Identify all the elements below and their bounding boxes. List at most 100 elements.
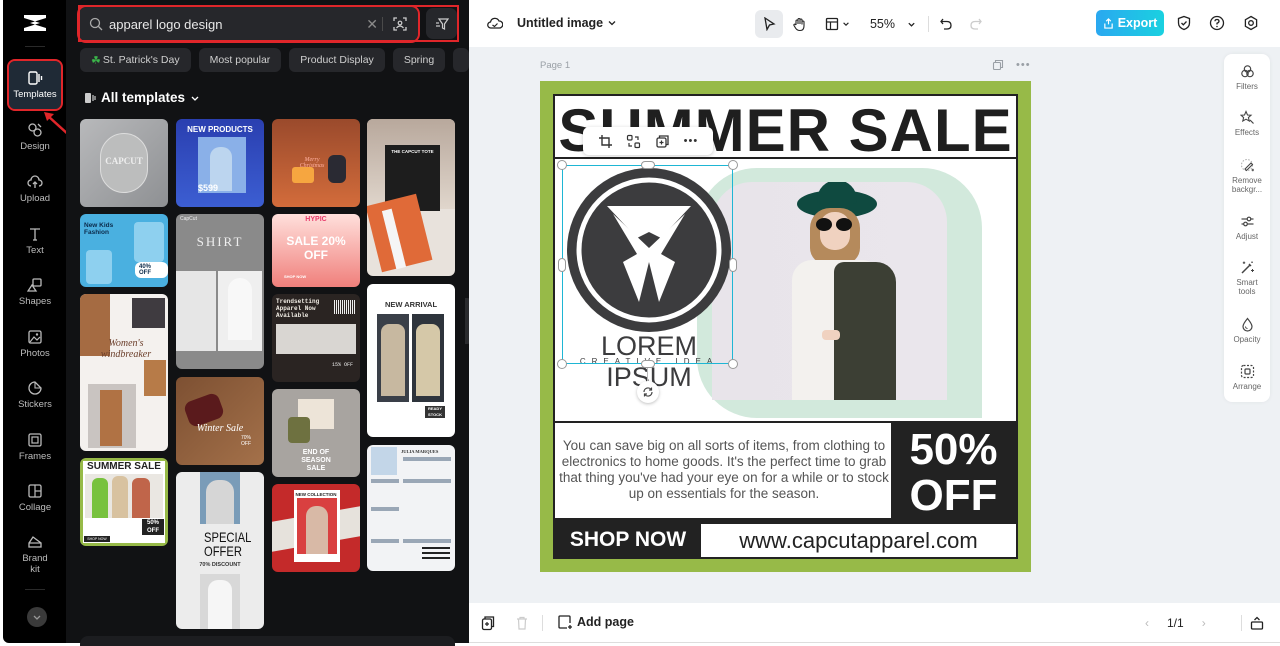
website-url[interactable]: www.capcutapparel.com [701, 520, 1016, 559]
template-card[interactable]: Winter Sale 70% OFF [176, 377, 264, 465]
body-copy-text[interactable]: You can save big on all sorts of items, … [557, 426, 891, 518]
template-card[interactable]: THE CAPCUT TOTE [367, 119, 455, 276]
tool-filters[interactable]: Filters [1224, 64, 1270, 91]
template-card[interactable]: New Kids Fashion 40% OFF [80, 214, 168, 287]
tool-opacity[interactable]: Opacity [1224, 317, 1270, 344]
replace-icon[interactable] [626, 134, 641, 149]
next-page-icon[interactable]: › [1202, 616, 1206, 630]
sidebar-item-text[interactable]: Text [9, 217, 61, 265]
search-input[interactable] [109, 16, 359, 32]
template-card[interactable]: CAPCUT [80, 119, 168, 207]
resize-handle-right[interactable] [729, 258, 737, 272]
template-card[interactable]: JULIA MARQUES [367, 445, 455, 571]
panel-footer [80, 636, 455, 646]
duplicate-icon[interactable] [655, 134, 670, 149]
select-tool-button[interactable] [755, 10, 783, 38]
template-card[interactable]: END OF SEASON SALE [272, 389, 360, 477]
discount-badge[interactable]: 50% OFF [891, 423, 1016, 520]
cloud-sync-icon[interactable] [487, 16, 503, 30]
chip-product-display[interactable]: Product Display [289, 48, 385, 72]
shop-now-cta[interactable]: SHOP NOW [555, 520, 701, 559]
capcut-editor: Templates Design Upload Text Shapes Phot… [0, 0, 1280, 646]
template-badge: 70% OFF [240, 435, 251, 447]
chip-spring[interactable]: Spring [392, 48, 446, 72]
sidebar-item-label: Collage [18, 502, 52, 513]
sidebar-item-templates[interactable]: Templates [7, 59, 63, 111]
filter-button[interactable] [426, 8, 457, 39]
resize-handle-tl[interactable] [557, 160, 567, 170]
cursor-icon [764, 17, 776, 31]
resize-handle-bl[interactable] [557, 359, 567, 369]
sidebar-item-design[interactable]: Design [9, 113, 61, 161]
template-title: SHIRT [196, 234, 244, 249]
sidebar-item-photos[interactable]: Photos [9, 320, 61, 368]
shield-check-icon[interactable] [1176, 15, 1192, 31]
resize-handle-left[interactable] [558, 258, 566, 272]
sidebar-item-frames[interactable]: Frames [9, 423, 61, 471]
sidebar-item-collage[interactable]: Collage [9, 474, 61, 522]
crop-icon[interactable] [598, 134, 613, 149]
add-page-icon [558, 615, 572, 629]
layout-menu-button[interactable] [819, 10, 855, 38]
chevron-down-icon[interactable] [607, 18, 617, 28]
sidebar-item-brand-kit[interactable]: Brand kit [9, 530, 61, 578]
resize-handle-br[interactable] [728, 359, 738, 369]
redo-button[interactable] [965, 10, 987, 38]
clover-icon: ☘ [91, 54, 101, 67]
duplicate-page-icon[interactable] [992, 59, 1004, 71]
hand-tool-button[interactable] [787, 10, 811, 38]
chip-st-patricks-day[interactable]: ☘ St. Patrick's Day [80, 48, 191, 72]
expand-pages-icon[interactable] [1249, 615, 1265, 631]
template-card[interactable]: Merry Christmas [272, 119, 360, 207]
template-card[interactable]: Women's windbreaker [80, 294, 168, 451]
more-options-icon[interactable]: ••• [684, 135, 699, 147]
template-card[interactable]: NEW ARRIVAL READY STOCK [367, 284, 455, 437]
clear-search-icon[interactable]: ✕ [366, 16, 378, 33]
template-card[interactable]: NEW COLLECTION [272, 484, 360, 572]
search-box[interactable]: ✕ [77, 5, 420, 43]
resize-handle-top[interactable] [641, 161, 655, 169]
undo-button[interactable] [935, 10, 957, 38]
all-templates-dropdown[interactable]: All templates [84, 90, 200, 105]
sidebar-item-upload[interactable]: Upload [9, 165, 61, 213]
template-title: New Kids Fashion [84, 222, 114, 236]
add-to-page-icon[interactable] [480, 615, 496, 631]
image-search-icon[interactable] [392, 16, 408, 32]
capcut-logo[interactable] [22, 12, 48, 34]
selection-box [562, 165, 733, 364]
help-icon[interactable] [1209, 15, 1225, 31]
tool-label: Arrange [1232, 382, 1262, 391]
more-options-icon[interactable]: ••• [1016, 59, 1031, 71]
template-card[interactable]: CapCut SHIRT [176, 214, 264, 369]
document-title[interactable]: Untitled image [517, 16, 603, 30]
chip-more[interactable] [453, 48, 469, 72]
template-card[interactable]: SPECIAL OFFER 70% DISCOUNT [176, 472, 264, 629]
rotate-handle[interactable] [637, 381, 659, 403]
sidebar-item-label: Upload [19, 193, 51, 204]
zoom-dropdown[interactable]: 55% [865, 10, 921, 38]
tool-effects[interactable]: Effects [1224, 110, 1270, 137]
tool-smart-tools[interactable]: Smart tools [1224, 260, 1270, 296]
model-photo[interactable] [712, 182, 947, 400]
delete-icon[interactable] [514, 615, 530, 631]
prev-page-icon[interactable]: ‹ [1145, 616, 1149, 630]
sidebar-item-shapes[interactable]: Shapes [9, 268, 61, 316]
toolbar-divider [928, 16, 929, 32]
template-card[interactable]: SUMMER SALE 50% OFF SHOP NOW [80, 458, 168, 546]
more-tools-button[interactable] [27, 607, 47, 627]
template-card[interactable]: HYPIC SALE 20% OFF SHOP NOW [272, 214, 360, 287]
add-page-button[interactable]: Add page [557, 614, 634, 630]
settings-icon[interactable] [1243, 15, 1259, 31]
template-card[interactable]: NEW PRODUCTS $599 [176, 119, 264, 207]
tool-arrange[interactable]: Arrange [1224, 364, 1270, 391]
tool-adjust[interactable]: Adjust [1224, 214, 1270, 241]
resize-handle-bottom[interactable] [641, 360, 655, 368]
chevron-down-icon [33, 615, 41, 620]
sidebar-item-stickers[interactable]: Stickers [9, 371, 61, 419]
template-title: END OF SEASON SALE [301, 449, 331, 472]
template-card[interactable]: Trendsetting Apparel Now Available 15% O… [272, 294, 360, 382]
resize-handle-tr[interactable] [728, 160, 738, 170]
export-button[interactable]: Export [1096, 10, 1164, 36]
tool-remove-background[interactable]: Remove backgr... [1224, 158, 1270, 194]
chip-most-popular[interactable]: Most popular [198, 48, 282, 72]
